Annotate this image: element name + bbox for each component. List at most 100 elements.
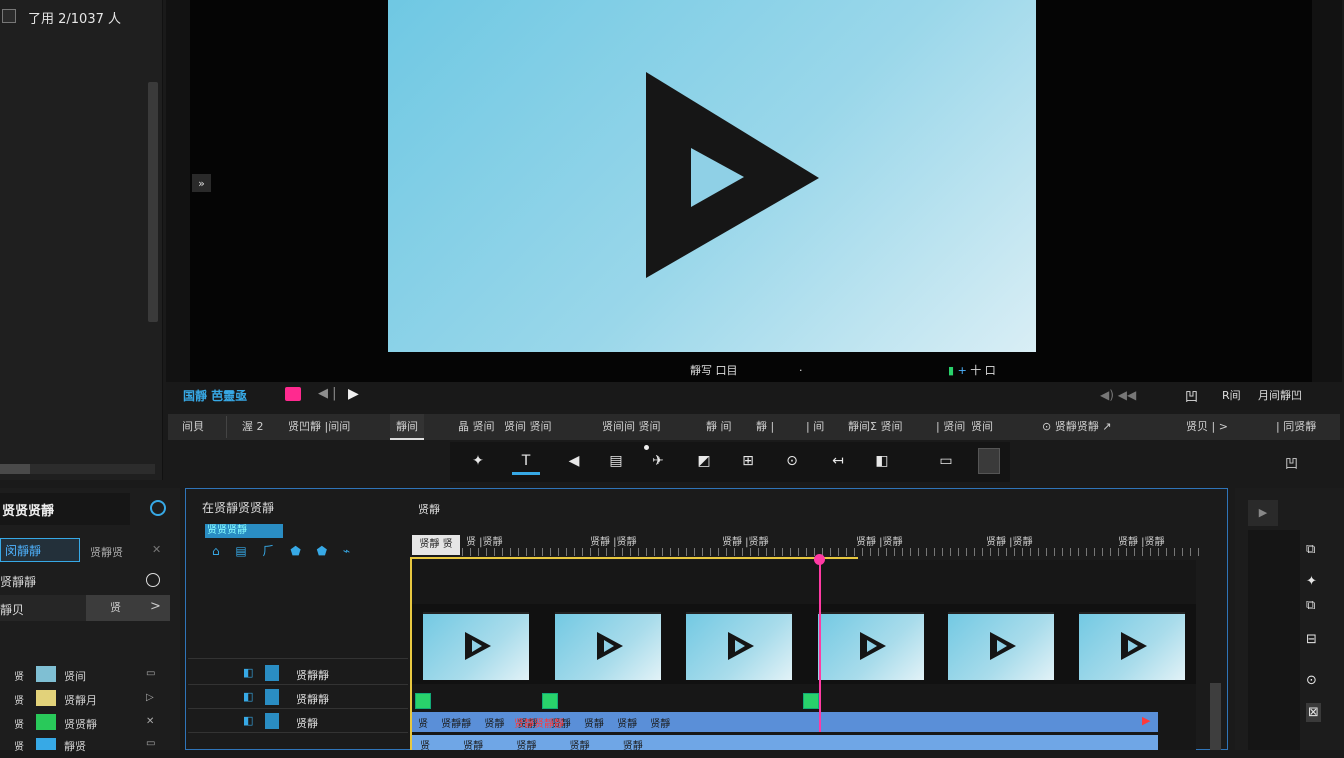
settings-tool-icon[interactable]: 凹 [1285,453,1298,472]
video-clip-thumbnail[interactable] [555,612,661,680]
menu-item-4[interactable]: 靜间 [390,414,424,440]
ruler-label: 贤靜 |贤靜 [722,537,769,548]
viewer-option-2[interactable]: R间 [1222,387,1241,403]
viewer-option-icon[interactable]: 凹 [1185,386,1198,405]
clock-icon[interactable] [146,573,160,587]
crop-tool-icon[interactable]: ▤ [604,450,628,472]
speed-tool-icon[interactable]: ⊙ [780,450,804,472]
track-label: 贤靜靜 [296,693,329,706]
in-out-range[interactable] [410,557,858,559]
video-clip-thumbnail[interactable] [686,612,792,680]
volume-icon[interactable]: ◀) ◀◀ [1100,388,1136,402]
effects-row-label: 贤靜靜 [0,575,37,589]
timecode-display[interactable]: 贤靜 贤 [412,535,460,555]
export-icon[interactable]: ⊠ [1306,703,1321,722]
timeline-vscrollbar[interactable] [1210,683,1221,750]
menu-item-8[interactable]: 靜 间 [700,414,738,440]
track-visibility-icon[interactable]: ◧ [243,714,253,727]
in-point-line[interactable] [410,557,412,750]
video-clip-thumbnail[interactable] [818,612,924,680]
timer-icon[interactable]: ⊙ [1306,673,1317,688]
viewer-option-3[interactable]: 月间靜凹 [1258,387,1302,403]
menu-item-5[interactable]: 晶 贤间 [452,414,501,440]
marker-button[interactable] [285,387,301,401]
ruler-label: 贤靜 |贤靜 [856,537,903,548]
keyframe-marker[interactable] [803,693,819,709]
ruler-label: 贤 |贤靜 [466,537,503,548]
menu-item-9[interactable]: 靜 | [750,414,780,440]
track-lock-icon[interactable] [265,713,279,729]
frame-tool-icon[interactable]: ▭ [934,450,958,472]
track-visibility-icon[interactable]: ◧ [243,690,253,703]
play-button[interactable]: ▶ [348,386,359,402]
track-lock-icon[interactable] [265,665,279,681]
timeline-tools[interactable]: ⌂ ▤ ⺁ ⬟ ⬟ ⌁ [212,542,356,559]
menu-item-14[interactable]: ⊙ 贤靜贤靜 ↗ [1036,414,1117,440]
timeline-ruler[interactable] [462,548,1202,556]
effect-tool-icon[interactable]: ◩ [692,450,716,472]
effect-item[interactable]: 贤 贤贤靜 ✕ [0,712,170,734]
menu-item-2[interactable]: 渥 2 [236,414,270,440]
layers-icon[interactable]: ⧉ [1306,598,1315,613]
effect-swatch [36,690,56,706]
chevron-right-icon[interactable]: > [150,599,161,614]
tab-effects-active[interactable]: 闵靜靜 [0,538,80,562]
media-vscrollbar[interactable] [148,82,158,322]
audio-clip-warning: 贤靜贤靜靜 [514,719,564,730]
step-back-button[interactable]: ◀ | [318,386,337,401]
video-clip-thumbnail[interactable] [1079,612,1185,680]
cut-tool-icon[interactable]: ◀ [562,450,586,472]
menu-item-1[interactable]: 间貝 [176,414,210,440]
track-lock-icon[interactable] [265,689,279,705]
transport-bar [166,382,1342,410]
panel-icon[interactable]: ⊟ [1306,632,1317,647]
effect-item-mark: 贤 [14,720,24,731]
tab-effects-other[interactable]: 贤靜贤 [90,544,123,560]
effect-item[interactable]: 贤 贤间 ▭ [0,664,170,686]
keyframe-marker[interactable] [415,693,431,709]
playhead-handle[interactable] [814,554,825,565]
keyframe-marker[interactable] [542,693,558,709]
split-tool-icon[interactable]: ↤ [826,450,850,472]
menu-item-11[interactable]: 靜间Ʃ 贤间 [842,414,908,440]
right-panel-list [1248,530,1300,750]
text-tool-icon[interactable]: T [514,450,538,472]
menu-item-3[interactable]: 贤凹靜 |间间 [282,414,356,440]
close-icon[interactable]: ✕ [152,543,161,556]
collapse-panel-button[interactable]: » [192,174,211,192]
video-clip-thumbnail[interactable] [423,612,529,680]
menu-item-6[interactable]: 贤间 贤间 [498,414,558,440]
fullscreen-tool-icon[interactable] [978,448,1000,474]
effects-toggle-icon[interactable] [150,500,166,516]
effects-title: 贤贤贤靜 [2,504,55,519]
viewer-status: ▮ + 十 口 [948,362,996,378]
menu-item-7[interactable]: 贤间间 贤间 [596,414,667,440]
media-panel-title: 了用 2/1037 人 [28,12,121,27]
transition-tool-icon[interactable]: ✈ [646,450,670,472]
viewer-info-dot: · [799,364,803,377]
select-checkbox[interactable] [2,9,16,23]
sparkle-icon[interactable]: ✦ [1306,574,1317,589]
mask-tool-icon[interactable]: ◧ [870,450,894,472]
transport-label: 国靜 芭靈亟 [183,389,248,403]
menu-item-13[interactable]: 贤间 [965,414,999,440]
right-panel-play-button[interactable]: ▶ [1248,500,1278,526]
ruler-label: 贤靜 |贤靜 [590,537,637,548]
video-clip-thumbnail[interactable] [948,612,1054,680]
media-hscrollbar-thumb[interactable] [0,464,30,474]
effect-swatch [36,714,56,730]
menu-item-10[interactable]: | 间 [800,414,830,440]
effect-item[interactable]: 贤 靜贤 ▭ [0,736,170,758]
select-tool-icon[interactable]: ✦ [466,450,490,472]
effect-item-mark: 贤 [14,672,24,683]
effect-item[interactable]: 贤 贤靜月 ▷ [0,688,170,710]
timeline-sequence-tag[interactable]: 贤贤贤靜 [205,524,283,538]
menu-item-15[interactable]: 贤贝 | > [1180,414,1234,440]
grid-tool-icon[interactable]: ⊞ [736,450,760,472]
preview-frame[interactable] [388,0,1036,352]
menu-item-16[interactable]: | 同贤靜 [1270,414,1322,440]
clip-end-arrow-icon[interactable]: ▶ [1142,714,1150,727]
playhead[interactable] [819,556,821,732]
track-visibility-icon[interactable]: ◧ [243,666,253,679]
copy-icon[interactable]: ⧉ [1306,542,1315,557]
